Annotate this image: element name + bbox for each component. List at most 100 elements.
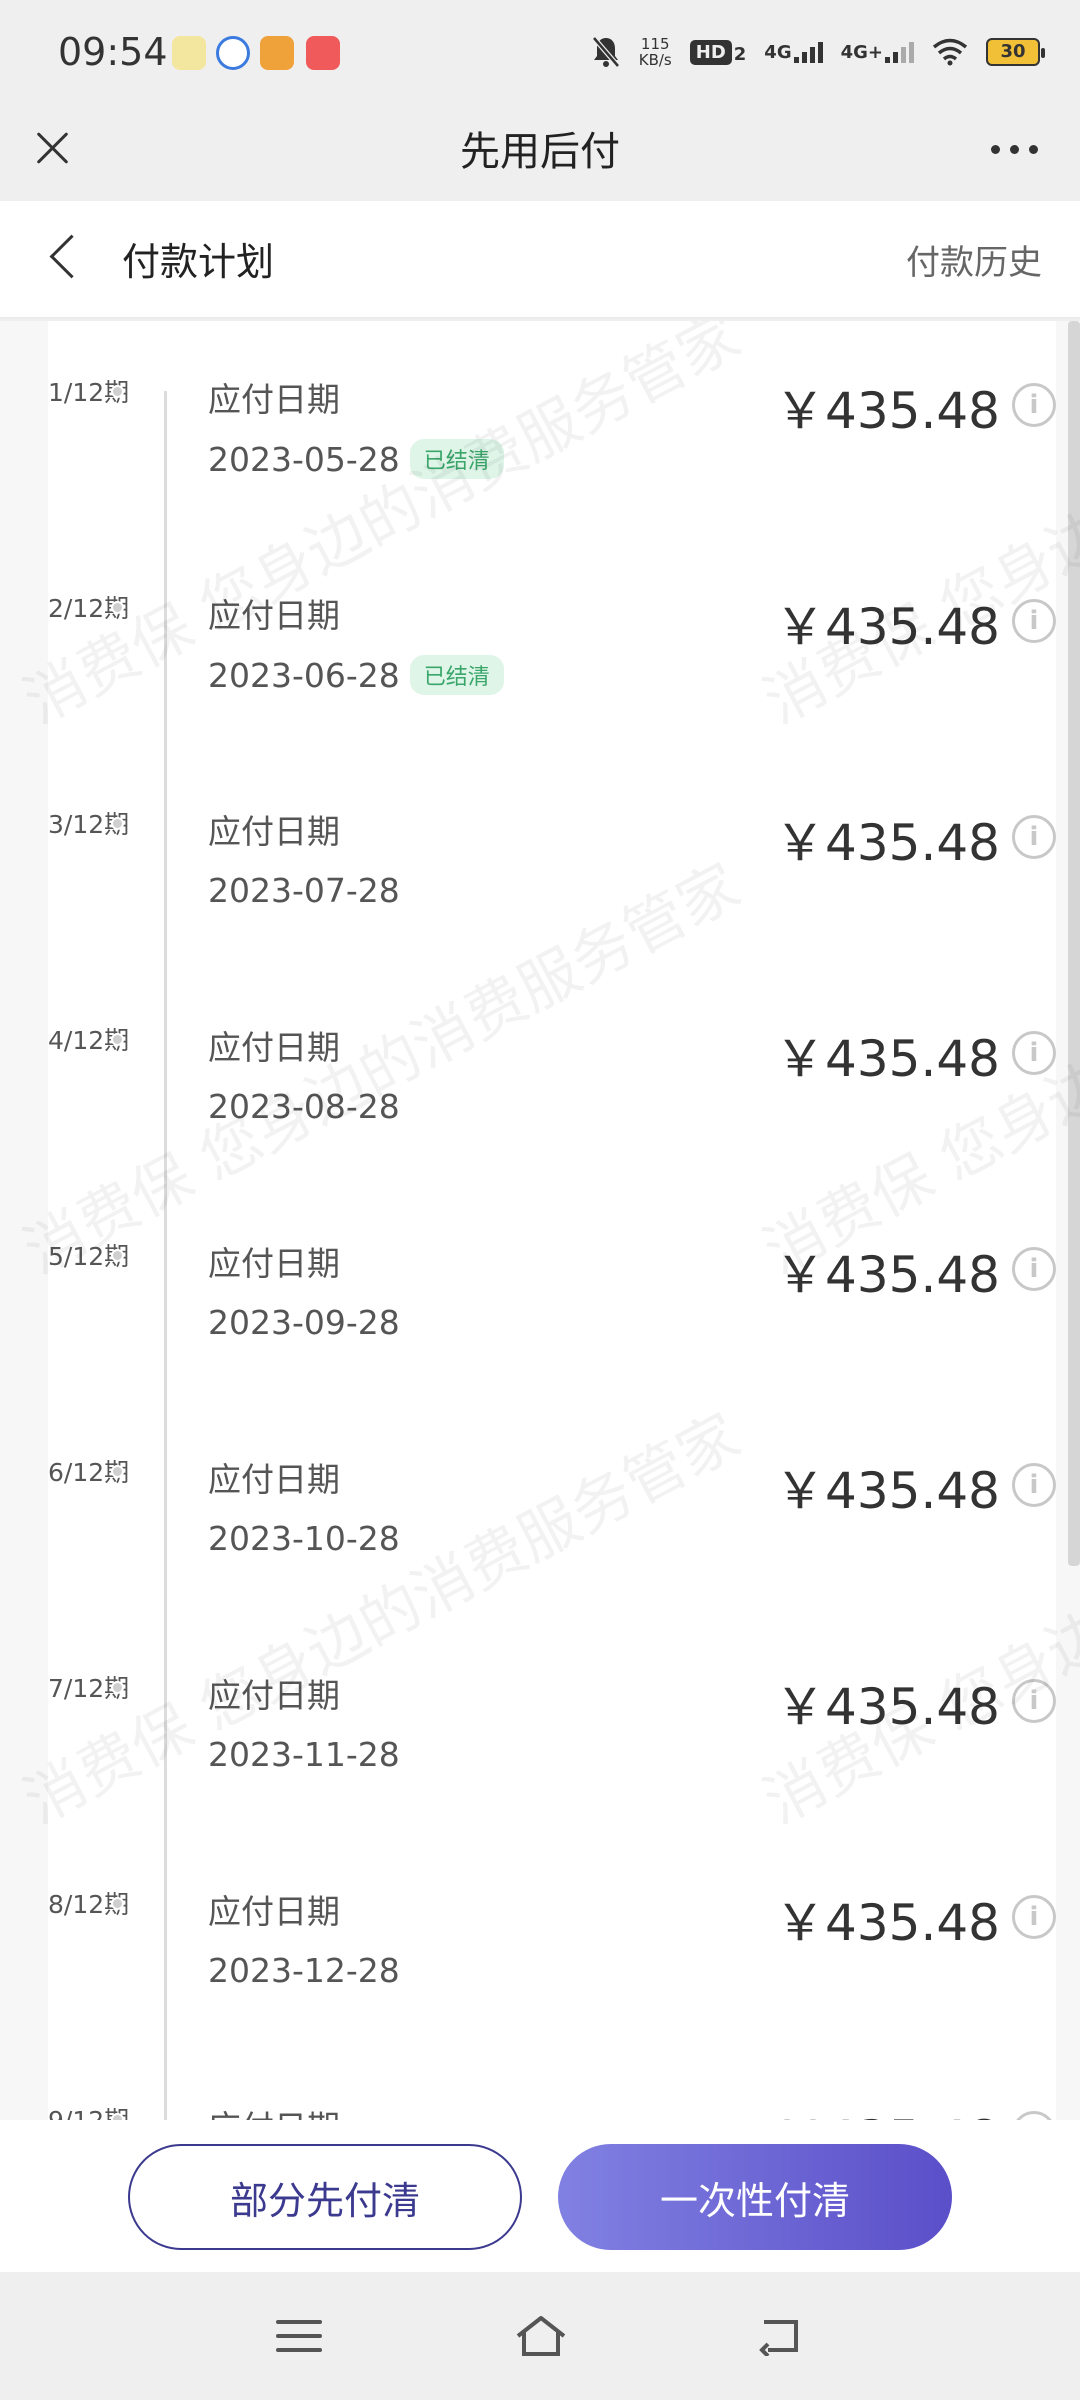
amount-value: ￥435.48 bbox=[775, 1246, 1000, 1304]
network-type-2: 4G+ bbox=[840, 42, 883, 63]
wifi-icon bbox=[932, 38, 968, 66]
back-icon[interactable] bbox=[44, 235, 84, 285]
info-icon[interactable]: i bbox=[1012, 1031, 1056, 1075]
info-icon[interactable]: i bbox=[1012, 1247, 1056, 1291]
status-badge: 已结清 bbox=[409, 655, 504, 695]
signal-1: 4G bbox=[764, 41, 823, 63]
back-nav-icon[interactable] bbox=[756, 2316, 804, 2356]
due-date-value: 2023-11-28 bbox=[208, 1735, 400, 1774]
pay-all-button[interactable]: 一次性付清 bbox=[558, 2144, 952, 2250]
amount-value: ￥435.48 bbox=[775, 1678, 1000, 1736]
payment-row: 4/12期 应付日期 2023-08-28 ￥435.48 i bbox=[48, 969, 1056, 1185]
timeline-dot bbox=[111, 1465, 124, 1478]
status-badge: 已结清 bbox=[409, 439, 504, 479]
due-date-label: 应付日期 bbox=[208, 812, 340, 851]
signal-2: 4G+ bbox=[841, 41, 914, 63]
app-notification-icon bbox=[216, 36, 250, 70]
payment-row: 9/12期应付日期￥435.48i bbox=[48, 2049, 1056, 2120]
status-indicators: 115 KB/s HD 2 4G 4G+ 30 bbox=[591, 30, 1045, 74]
due-date-row: 2023-09-28 bbox=[208, 1303, 400, 1342]
due-date-label: 应付日期 bbox=[208, 2101, 340, 2120]
due-date-value: 2023-07-28 bbox=[208, 871, 400, 910]
info-icon[interactable]: i bbox=[1012, 1463, 1056, 1507]
due-date-row: 2023-10-28 bbox=[208, 1519, 400, 1558]
due-date-label: 应付日期 bbox=[208, 1460, 340, 1499]
bottom-action-bar: 部分先付清 一次性付清 bbox=[0, 2120, 1080, 2272]
battery-icon: 30 bbox=[986, 38, 1045, 66]
signal-bars-icon bbox=[885, 41, 914, 63]
payment-row: 5/12期 应付日期 2023-09-28 ￥435.48 i bbox=[48, 1185, 1056, 1401]
timeline-dot bbox=[111, 601, 124, 614]
app-notification-icon bbox=[172, 36, 206, 70]
timeline-dot bbox=[111, 1681, 124, 1694]
amount-value: ￥435.48 bbox=[775, 814, 1000, 872]
timeline-dot bbox=[111, 1897, 124, 1910]
due-date-label: 应付日期 bbox=[208, 596, 340, 635]
due-date-value: 2023-05-28 bbox=[208, 439, 400, 479]
payment-plan-scroll[interactable]: 1/12期 应付日期 2023-05-28 已结清 ￥435.48 i 2/12期 应付日期 2… bbox=[0, 321, 1080, 2120]
home-icon[interactable] bbox=[514, 2314, 568, 2358]
partial-pay-button[interactable]: 部分先付清 bbox=[128, 2144, 522, 2250]
amount-value: ￥435.48 bbox=[775, 1030, 1000, 1088]
scrollbar[interactable] bbox=[1068, 321, 1080, 1566]
hd-badge: HD bbox=[689, 39, 732, 65]
due-date-value: 2023-12-28 bbox=[208, 1951, 400, 1990]
network-speed-value: 115 bbox=[640, 35, 670, 53]
info-icon[interactable]: i bbox=[1012, 599, 1056, 643]
menu-icon[interactable] bbox=[276, 2320, 322, 2362]
due-date-row: 2023-11-28 bbox=[208, 1735, 400, 1774]
mute-bell-icon bbox=[591, 36, 620, 68]
amount-value: ￥435.48 bbox=[775, 598, 1000, 656]
timeline-dot bbox=[111, 385, 124, 398]
amount-value: ￥435.48 bbox=[775, 382, 1000, 440]
app-notification-icon bbox=[306, 36, 340, 70]
weibo-notification-icon bbox=[260, 36, 294, 70]
timeline-dot bbox=[111, 817, 124, 830]
due-date-label: 应付日期 bbox=[208, 1028, 340, 1067]
payment-row: 3/12期 应付日期 2023-07-28 ￥435.48 i bbox=[48, 753, 1056, 969]
info-icon[interactable]: i bbox=[1012, 1895, 1056, 1939]
due-date-label: 应付日期 bbox=[208, 1244, 340, 1283]
network-type-1: 4G bbox=[764, 42, 792, 63]
section-title: 付款计划 bbox=[122, 240, 275, 284]
amount-value: ￥435.48 bbox=[775, 1894, 1000, 1952]
hd-sub: 2 bbox=[733, 43, 747, 65]
due-date-row: 2023-08-28 bbox=[208, 1087, 400, 1126]
page-title: 先用后付 bbox=[460, 129, 620, 175]
network-speed: 115 KB/s bbox=[639, 36, 672, 68]
due-date-value: 2023-09-28 bbox=[208, 1303, 400, 1342]
system-nav-bar bbox=[0, 2272, 1080, 2400]
status-bar: 09:54 115 KB/s HD 2 4G 4G+ 30 bbox=[0, 0, 1080, 105]
timeline-dot bbox=[111, 2113, 124, 2120]
payment-plan-list: 1/12期 应付日期 2023-05-28 已结清 ￥435.48 i 2/12期 应付日期 2… bbox=[48, 321, 1056, 2120]
due-date-label: 应付日期 bbox=[208, 380, 340, 419]
signal-bars-icon bbox=[793, 41, 823, 63]
amount-value: ￥435.48 bbox=[775, 1462, 1000, 1520]
timeline-dot bbox=[111, 1249, 124, 1262]
due-date-row: 2023-12-28 bbox=[208, 1951, 400, 1990]
info-icon[interactable]: i bbox=[1012, 1679, 1056, 1723]
payment-row: 1/12期 应付日期 2023-05-28 已结清 ￥435.48 i bbox=[48, 321, 1056, 537]
due-date-value: 2023-10-28 bbox=[208, 1519, 400, 1558]
payment-row: 7/12期 应付日期 2023-11-28 ￥435.48 i bbox=[48, 1617, 1056, 1833]
info-icon[interactable]: i bbox=[1012, 815, 1056, 859]
title-bar: 先用后付 bbox=[0, 105, 1080, 201]
plan-header: 付款计划 付款历史 bbox=[0, 201, 1080, 319]
hd-voice-indicator: HD 2 bbox=[689, 39, 747, 65]
due-date-value: 2023-06-28 bbox=[208, 655, 400, 695]
status-time: 09:54 bbox=[58, 30, 168, 74]
network-speed-unit: KB/s bbox=[638, 51, 672, 69]
amount-value: ￥435.48 bbox=[775, 2099, 1000, 2120]
payment-row: 6/12期 应付日期 2023-10-28 ￥435.48 i bbox=[48, 1401, 1056, 1617]
more-options-icon[interactable] bbox=[991, 145, 1038, 154]
due-date-row: 2023-07-28 bbox=[208, 871, 400, 910]
info-icon[interactable]: i bbox=[1012, 2111, 1056, 2120]
payment-history-link[interactable]: 付款历史 bbox=[906, 235, 1042, 284]
payment-row: 8/12期 应付日期 2023-12-28 ￥435.48 i bbox=[48, 1833, 1056, 2049]
timeline-dot bbox=[111, 1033, 124, 1046]
due-date-label: 应付日期 bbox=[208, 1676, 340, 1715]
due-date-row: 2023-05-28 已结清 bbox=[208, 439, 504, 479]
due-date-label: 应付日期 bbox=[208, 1892, 340, 1931]
info-icon[interactable]: i bbox=[1012, 383, 1056, 427]
due-date-row: 2023-06-28 已结清 bbox=[208, 655, 504, 695]
